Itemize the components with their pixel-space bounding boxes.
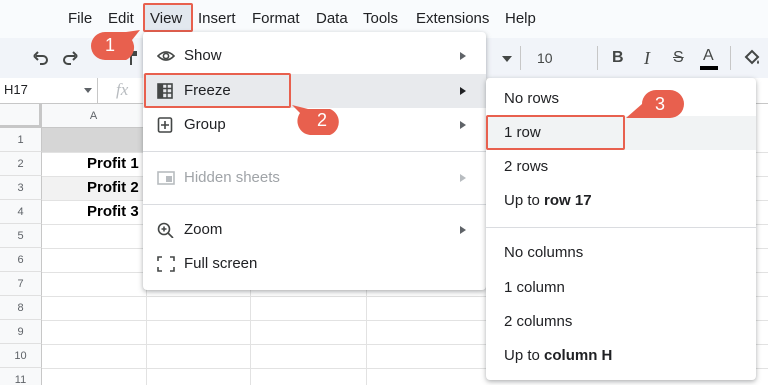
row-number[interactable]: 11 bbox=[0, 368, 42, 385]
submenu-arrow-icon bbox=[460, 87, 466, 95]
bold-button[interactable]: B bbox=[612, 48, 624, 68]
view-menu-show[interactable]: Show bbox=[143, 39, 486, 73]
row-number[interactable]: 8 bbox=[0, 296, 42, 320]
select-all-corner[interactable] bbox=[0, 104, 42, 128]
menu-format[interactable]: Format bbox=[252, 9, 300, 29]
up-to-row-label: Up to row 17 bbox=[504, 184, 592, 218]
callout-number: 3 bbox=[654, 94, 665, 114]
freeze-up-to-column[interactable]: Up to column H bbox=[486, 339, 756, 373]
font-dropdown-arrow-icon[interactable] bbox=[502, 56, 512, 62]
menu-help[interactable]: Help bbox=[505, 9, 536, 29]
cell-a4[interactable]: Profit 3 bbox=[87, 200, 139, 224]
menu-edit[interactable]: Edit bbox=[108, 9, 134, 29]
up-to-column-label: Up to column H bbox=[504, 339, 612, 373]
menu-data[interactable]: Data bbox=[316, 9, 348, 29]
row-number[interactable]: 9 bbox=[0, 320, 42, 344]
one-row-highlight bbox=[486, 115, 625, 150]
fill-color-icon[interactable] bbox=[742, 48, 762, 68]
freeze-no-rows[interactable]: No rows bbox=[486, 82, 756, 116]
up-to-column-prefix: Up to bbox=[504, 347, 545, 364]
menu-view[interactable]: View bbox=[150, 9, 182, 29]
zoom-icon bbox=[157, 222, 174, 238]
submenu-arrow-icon bbox=[460, 121, 466, 129]
menu-separator bbox=[486, 227, 756, 228]
row-number[interactable]: 2 bbox=[0, 152, 42, 176]
up-to-row-prefix: Up to bbox=[504, 192, 545, 209]
plus-box-icon bbox=[157, 117, 173, 133]
menu-extensions[interactable]: Extensions bbox=[416, 9, 489, 29]
font-size-value[interactable]: 10 bbox=[537, 48, 553, 68]
full-screen-label: Full screen bbox=[184, 255, 258, 272]
callout-badge-1: 1 bbox=[90, 30, 140, 60]
menu-separator bbox=[143, 204, 486, 205]
two-rows-label: 2 rows bbox=[504, 158, 549, 175]
row-number[interactable]: 4 bbox=[0, 200, 42, 224]
view-menu-full-screen[interactable]: Full screen bbox=[143, 247, 486, 281]
fx-icon: fx bbox=[116, 80, 129, 99]
view-menu-hidden-sheets: Hidden sheets bbox=[143, 161, 486, 195]
freeze-up-to-row[interactable]: Up to row 17 bbox=[486, 184, 756, 218]
redo-icon[interactable] bbox=[61, 49, 79, 67]
view-menu-zoom[interactable]: Zoom bbox=[143, 213, 486, 247]
group-label: Group bbox=[184, 116, 226, 133]
callout-badge-2: 2 bbox=[292, 105, 339, 135]
up-to-column-value: column H bbox=[544, 347, 613, 364]
row-number[interactable]: 10 bbox=[0, 344, 42, 368]
one-column-label: 1 column bbox=[504, 279, 565, 296]
view-menu-dropdown: Show Freeze Group Hidden sheets Zoom Ful… bbox=[143, 32, 486, 290]
row-number[interactable]: 5 bbox=[0, 224, 42, 248]
submenu-arrow-icon bbox=[460, 52, 466, 60]
zoom-label: Zoom bbox=[184, 221, 223, 238]
column-header-a[interactable]: A bbox=[42, 104, 146, 128]
hidden-sheet-icon bbox=[157, 171, 175, 185]
freeze-2-columns[interactable]: 2 columns bbox=[486, 305, 756, 339]
menu-insert[interactable]: Insert bbox=[198, 9, 236, 29]
toolbar-divider bbox=[520, 46, 521, 70]
name-box[interactable]: H17 bbox=[0, 78, 98, 104]
up-to-row-value: row 17 bbox=[544, 192, 592, 209]
undo-icon[interactable] bbox=[32, 49, 50, 67]
italic-button[interactable]: I bbox=[644, 48, 650, 68]
freeze-1-column[interactable]: 1 column bbox=[486, 271, 756, 305]
show-label: Show bbox=[184, 47, 222, 64]
toolbar-divider bbox=[730, 46, 731, 70]
hidden-sheets-label: Hidden sheets bbox=[184, 169, 280, 186]
fullscreen-icon bbox=[157, 256, 175, 272]
strikethrough-button[interactable]: S bbox=[673, 48, 684, 68]
submenu-arrow-icon bbox=[460, 226, 466, 234]
eye-icon bbox=[157, 51, 175, 61]
callout-number: 1 bbox=[104, 35, 115, 55]
menu-tools[interactable]: Tools bbox=[363, 9, 398, 29]
cell-a3[interactable]: Profit 2 bbox=[87, 176, 139, 200]
no-columns-label: No columns bbox=[504, 244, 584, 261]
cell-a2[interactable]: Profit 1 bbox=[87, 152, 139, 176]
name-box-value: H17 bbox=[4, 82, 28, 97]
two-columns-label: 2 columns bbox=[504, 313, 573, 330]
no-rows-label: No rows bbox=[504, 90, 560, 107]
row-number[interactable]: 7 bbox=[0, 272, 42, 296]
callout-number: 2 bbox=[316, 110, 327, 130]
freeze-highlight bbox=[144, 73, 291, 108]
name-box-dropdown-icon[interactable] bbox=[84, 88, 92, 93]
menu-separator bbox=[143, 151, 486, 152]
toolbar-divider bbox=[597, 46, 598, 70]
callout-badge-3: 3 bbox=[626, 88, 684, 118]
row-number[interactable]: 1 bbox=[0, 128, 42, 152]
text-color-swatch bbox=[700, 66, 718, 70]
menu-file[interactable]: File bbox=[68, 9, 92, 29]
freeze-2-rows[interactable]: 2 rows bbox=[486, 150, 756, 184]
freeze-no-columns[interactable]: No columns bbox=[486, 236, 756, 270]
submenu-arrow-icon bbox=[460, 174, 466, 182]
text-color-button[interactable]: A bbox=[703, 46, 714, 66]
row-number[interactable]: 6 bbox=[0, 248, 42, 272]
row-number[interactable]: 3 bbox=[0, 176, 42, 200]
